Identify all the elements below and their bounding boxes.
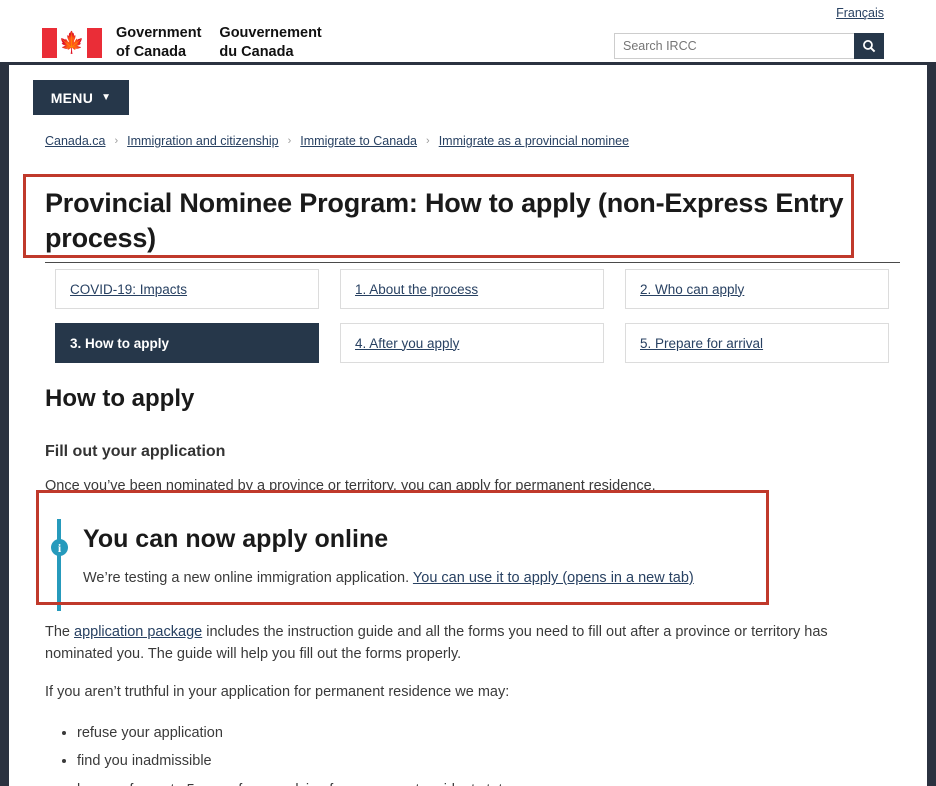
page-title-zone: Provincial Nominee Program: How to apply… [45, 186, 845, 255]
breadcrumb-item-0[interactable]: Canada.ca [45, 134, 105, 148]
truthfulness-paragraph: If you aren’t truthful in your applicati… [45, 684, 510, 701]
tab-how-to-apply[interactable]: 3. How to apply [55, 323, 319, 363]
window-right-edge [927, 62, 936, 786]
header-bottom-rule [0, 62, 936, 65]
breadcrumb-separator: › [426, 135, 430, 147]
wordmark: Government of Canada Gouvernement du Can… [116, 24, 322, 61]
site-header: Français 🍁 Government of Canada Gouverne… [0, 0, 936, 62]
main-menu-button[interactable]: MENU ▼ [33, 80, 129, 115]
wordmark-fr-line1: Gouvernement [219, 25, 322, 41]
tab-label[interactable]: 1. About the process [355, 282, 478, 297]
application-package-link[interactable]: application package [74, 624, 202, 640]
list-item: find you inadmissible [77, 747, 895, 775]
breadcrumb-item-3[interactable]: Immigrate as a provincial nominee [439, 134, 629, 148]
intro-paragraph: Once you’ve been nominated by a province… [45, 478, 656, 494]
search-icon [863, 40, 876, 53]
tab-about-the-process[interactable]: 1. About the process [340, 269, 604, 309]
search-input[interactable] [614, 33, 854, 59]
wordmark-english: Government of Canada [116, 24, 201, 61]
callout-text-lead: We’re testing a new online immigration a… [83, 570, 413, 587]
application-package-paragraph: The application package includes the ins… [45, 621, 895, 665]
consequences-list: refuse your application find you inadmis… [45, 719, 895, 786]
tab-after-you-apply[interactable]: 4. After you apply [340, 323, 604, 363]
callout-text: We’re testing a new online immigration a… [83, 568, 767, 589]
tab-who-can-apply[interactable]: 2. Who can apply [625, 269, 889, 309]
wordmark-french: Gouvernement du Canada [219, 24, 321, 61]
tab-label[interactable]: 2. Who can apply [640, 282, 744, 297]
flag-right-bar [87, 27, 102, 58]
breadcrumb: Canada.ca › Immigration and citizenship … [45, 134, 629, 148]
site-search[interactable] [614, 33, 884, 59]
browser-page: Français 🍁 Government of Canada Gouverne… [0, 0, 936, 786]
title-underline-rule [45, 262, 900, 263]
breadcrumb-item-2[interactable]: Immigrate to Canada [300, 134, 417, 148]
tab-label[interactable]: COVID-19: Impacts [70, 282, 187, 297]
maple-leaf-icon: 🍁 [58, 31, 86, 55]
wordmark-en-line2: of Canada [116, 43, 187, 60]
tab-label: 3. How to apply [70, 335, 170, 351]
callout-accent-bar [57, 519, 61, 612]
language-toggle-link[interactable]: Français [836, 6, 884, 20]
search-button[interactable] [854, 33, 884, 59]
tab-label[interactable]: 5. Prepare for arrival [640, 336, 763, 351]
tab-label[interactable]: 4. After you apply [355, 336, 459, 351]
wordmark-fr-line2: du Canada [219, 43, 294, 60]
breadcrumb-separator: › [114, 135, 119, 147]
main-menu-label: MENU [50, 89, 94, 106]
flag-left-bar [42, 27, 57, 58]
info-circle-icon: i [51, 539, 68, 557]
section-navigation: COVID-19: Impacts 1. About the process 2… [55, 269, 900, 363]
window-left-edge [0, 62, 9, 786]
wordmark-en-line1: Government [116, 25, 202, 41]
callout-title: You can now apply online [83, 525, 389, 554]
tab-covid-19-impacts[interactable]: COVID-19: Impacts [55, 269, 319, 309]
government-of-canada-brand[interactable]: 🍁 Government of Canada Gouvernement du C… [42, 24, 322, 61]
main-content: How to apply Fill out your application O… [45, 385, 895, 786]
list-item: bar you for up to 5 years from applying … [77, 776, 895, 786]
chevron-down-icon: ▼ [101, 92, 112, 103]
tab-prepare-for-arrival[interactable]: 5. Prepare for arrival [625, 323, 889, 363]
apply-online-callout: i You can now apply online We’re testing… [45, 513, 767, 612]
section-heading: How to apply [45, 385, 195, 412]
canada-flag-icon: 🍁 [42, 27, 102, 58]
breadcrumb-item-1[interactable]: Immigration and citizenship [127, 134, 278, 148]
page-title: Provincial Nominee Program: How to apply… [45, 188, 844, 253]
paragraph-lead: The [45, 624, 75, 641]
subsection-heading: Fill out your application [45, 443, 226, 460]
apply-online-link[interactable]: You can use it to apply (opens in a new … [413, 570, 694, 586]
breadcrumb-separator: › [287, 135, 292, 147]
list-item: refuse your application [77, 719, 895, 747]
